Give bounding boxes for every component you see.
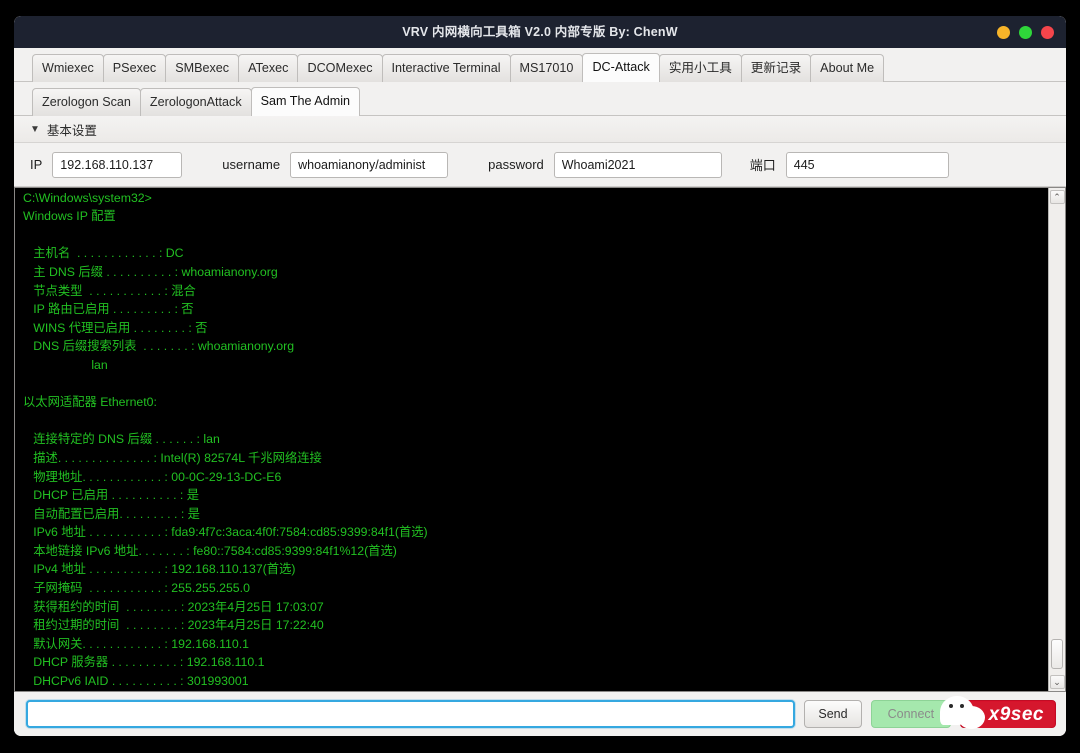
tab-wmiexec[interactable]: Wmiexec [32,54,104,82]
command-bar: Send Connect Disconnect x9sec [14,692,1066,736]
username-label: username [222,157,280,172]
terminal-line: WINS 代理已启用 . . . . . . . . : 否 [23,319,1042,338]
terminal-line: 自动配置已启用. . . . . . . . . : 是 [23,505,1042,524]
terminal-line: IPv6 地址 . . . . . . . . . . . : fda9:4f7… [23,523,1042,542]
terminal-line: 默认网关. . . . . . . . . . . . : 192.168.11… [23,635,1042,654]
ip-label: IP [30,157,42,172]
terminal-line: C:\Windows\system32> [23,189,1042,208]
terminal-line: 节点类型 . . . . . . . . . . . : 混合 [23,282,1042,301]
tab-atexec[interactable]: ATexec [238,54,298,82]
tab-dc-attack[interactable]: DC-Attack [582,53,659,82]
tab-filler [359,114,1066,115]
disconnect-button[interactable]: Disconnect [960,700,1056,728]
terminal-line: DNS 后缀搜索列表 . . . . . . . : whoamianony.o… [23,337,1042,356]
ip-input[interactable] [52,152,182,178]
terminal-scrollbar[interactable]: ⌃ ⌄ [1048,188,1065,691]
terminal-line: 描述. . . . . . . . . . . . . . : Intel(R)… [23,449,1042,468]
terminal-line: 租约过期的时间 . . . . . . . . : 2023年4月25日 17:… [23,616,1042,635]
title-bar: VRV 内网横向工具箱 V2.0 内部专版 By: ChenW [14,16,1066,48]
scroll-down-icon[interactable]: ⌄ [1050,675,1065,689]
command-input[interactable] [26,700,795,728]
password-label: password [488,157,544,172]
scroll-up-icon[interactable]: ⌃ [1050,190,1065,204]
terminal-line: 以太网适配器 Ethernet0: [23,393,1042,412]
terminal-line: 本地链接 IPv6 地址. . . . . . . : fe80::7584:c… [23,542,1042,561]
application-window: VRV 内网横向工具箱 V2.0 内部专版 By: ChenW WmiexecP… [14,16,1066,736]
terminal-line [23,412,1042,431]
terminal-line: IPv4 地址 . . . . . . . . . . . : 192.168.… [23,560,1042,579]
basic-settings-label: 基本设置 [47,120,97,139]
subtab-zerologonattack[interactable]: ZerologonAttack [140,88,252,116]
connect-button[interactable]: Connect [871,700,952,728]
subtab-zerologon-scan[interactable]: Zerologon Scan [32,88,141,116]
username-input[interactable] [290,152,448,178]
port-input[interactable] [786,152,949,178]
terminal-area: C:\Windows\system32>C:\Windows\system32>… [14,187,1066,692]
tab-filler [883,80,1066,81]
tab-更新记录[interactable]: 更新记录 [741,54,811,82]
send-button[interactable]: Send [804,700,861,728]
password-input[interactable] [554,152,722,178]
terminal-line: 子网掩码 . . . . . . . . . . . : 255.255.255… [23,579,1042,598]
tab-about-me[interactable]: About Me [810,54,884,82]
terminal-line: 主机名 . . . . . . . . . . . . : DC [23,244,1042,263]
terminal-line: IP 路由已启用 . . . . . . . . . : 否 [23,300,1042,319]
tab-实用小工具[interactable]: 实用小工具 [659,54,742,82]
terminal-line: DHCP 已启用 . . . . . . . . . . : 是 [23,486,1042,505]
window-title: VRV 内网横向工具箱 V2.0 内部专版 By: ChenW [14,16,1066,48]
connection-settings-row: IP username password 端口 [14,143,1066,187]
terminal-line: 物理地址. . . . . . . . . . . . : 00-0C-29-1… [23,468,1042,487]
terminal-line [23,226,1042,245]
subtab-sam-the-admin[interactable]: Sam The Admin [251,87,360,116]
terminal-line: Windows IP 配置 [23,207,1042,226]
tab-ms17010[interactable]: MS17010 [510,54,584,82]
terminal-line: 连接特定的 DNS 后缀 . . . . . . : lan [23,430,1042,449]
primary-tab-bar: WmiexecPSexecSMBexecATexecDCOMexecIntera… [14,48,1066,82]
tab-psexec[interactable]: PSexec [103,54,166,82]
tab-interactive-terminal[interactable]: Interactive Terminal [382,54,511,82]
close-button[interactable] [1041,26,1054,39]
basic-settings-section-header[interactable]: ▼ 基本设置 [14,116,1066,143]
minimize-button[interactable] [997,26,1010,39]
chevron-down-icon: ▼ [30,124,40,135]
terminal-output: C:\Windows\system32>C:\Windows\system32>… [15,188,1048,691]
port-label: 端口 [750,155,776,174]
terminal-line: DHCP 服务器 . . . . . . . . . . : 192.168.1… [23,653,1042,672]
terminal-line: lan [23,356,1042,375]
scrollbar-thumb[interactable] [1051,639,1063,669]
terminal-line: 获得租约的时间 . . . . . . . . : 2023年4月25日 17:… [23,598,1042,617]
tab-dcomexec[interactable]: DCOMexec [297,54,382,82]
terminal-line [23,375,1042,394]
terminal-line: DHCPv6 IAID . . . . . . . . . . : 301993… [23,672,1042,691]
maximize-button[interactable] [1019,26,1032,39]
scrollbar-track[interactable] [1050,204,1065,675]
terminal-line: 主 DNS 后缀 . . . . . . . . . . : whoamiano… [23,263,1042,282]
secondary-tab-bar: Zerologon ScanZerologonAttackSam The Adm… [14,82,1066,116]
tab-smbexec[interactable]: SMBexec [165,54,239,82]
window-controls [997,16,1054,48]
